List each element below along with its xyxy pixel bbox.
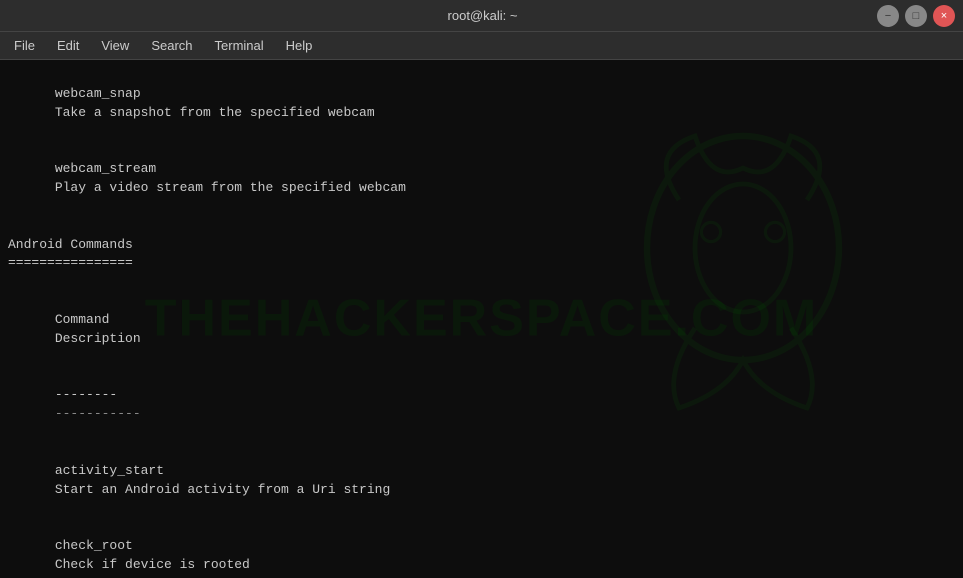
desc-webcam-snap: Take a snapshot from the specified webca…: [55, 105, 375, 120]
table-header: Command Description: [8, 292, 955, 367]
col-command: Command: [55, 311, 215, 330]
titlebar: root@kali: ~ − □ ×: [0, 0, 963, 32]
window-controls: − □ ×: [877, 5, 955, 27]
line-webcam-snap: webcam_snap Take a snapshot from the spe…: [8, 66, 955, 141]
dash-cmd: --------: [55, 386, 215, 405]
menubar: File Edit View Search Terminal Help: [0, 32, 963, 60]
menu-file[interactable]: File: [4, 36, 45, 55]
maximize-button[interactable]: □: [905, 5, 927, 27]
menu-edit[interactable]: Edit: [47, 36, 89, 55]
blank-2: [8, 273, 955, 292]
cmd-webcam-stream: webcam_stream: [55, 160, 215, 179]
equals-line: ================: [8, 254, 955, 273]
cmd-webcam-snap: webcam_snap: [55, 85, 215, 104]
window-title: root@kali: ~: [88, 8, 877, 23]
close-button[interactable]: ×: [933, 5, 955, 27]
dash-desc: -----------: [55, 406, 141, 421]
menu-help[interactable]: Help: [276, 36, 323, 55]
row-check-root: check_root Check if device is rooted: [8, 518, 955, 578]
col-description: Description: [55, 331, 141, 346]
desc-webcam-stream: Play a video stream from the specified w…: [55, 180, 406, 195]
blank-1: [8, 217, 955, 236]
menu-search[interactable]: Search: [141, 36, 202, 55]
android-commands-header: Android Commands: [8, 236, 955, 255]
minimize-button[interactable]: −: [877, 5, 899, 27]
row-activity-start: activity_start Start an Android activity…: [8, 443, 955, 518]
terminal[interactable]: THEHACKERSPACE.COM webcam_snap Take a sn…: [0, 60, 963, 578]
menu-view[interactable]: View: [91, 36, 139, 55]
menu-terminal[interactable]: Terminal: [205, 36, 274, 55]
table-dashes: -------- -----------: [8, 368, 955, 443]
terminal-content: webcam_snap Take a snapshot from the spe…: [8, 66, 955, 578]
line-webcam-stream: webcam_stream Play a video stream from t…: [8, 141, 955, 216]
